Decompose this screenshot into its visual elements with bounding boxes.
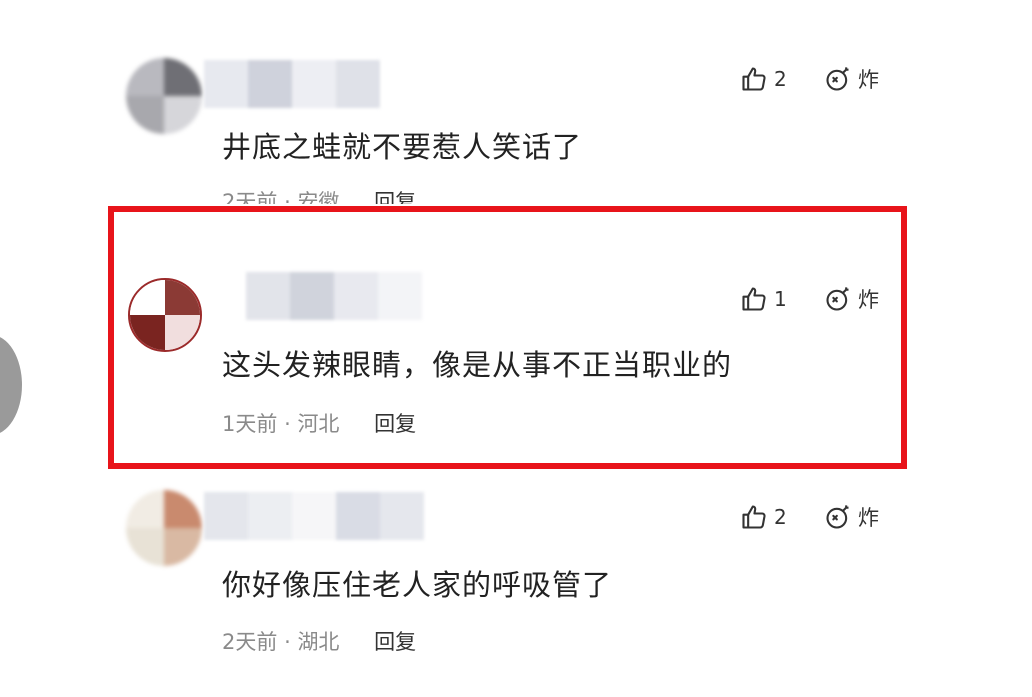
comment-meta: 2天前 · 湖北 回复 [222,626,416,656]
bomb-label: 炸 [858,506,879,530]
like-count: 2 [774,505,787,529]
comment-time: 2天前 [222,630,278,654]
avatar[interactable] [126,58,202,134]
comment-actions: 2 炸 [740,500,879,534]
username-redacted[interactable] [204,60,380,108]
meta-separator: · [284,630,291,654]
bomb-button[interactable]: 炸 [824,502,879,532]
like-count: 2 [774,67,787,91]
comment-meta: 2天前 · 安徽 回复 [222,186,416,204]
bomb-icon [826,67,849,91]
floating-edge-button[interactable] [0,335,22,435]
bomb-label: 炸 [858,68,879,92]
username-redacted[interactable] [204,492,424,540]
thumbs-up-icon[interactable] [740,503,768,531]
bomb-icon [826,505,849,529]
comment-actions: 2 炸 [740,62,879,96]
comment-location: 湖北 [297,630,340,654]
thumbs-up-icon[interactable] [740,65,768,93]
highlight-box [108,206,907,469]
comment-text: 井底之蛙就不要惹人笑话了 [222,130,583,164]
meta-separator: · [284,190,291,204]
avatar[interactable] [126,490,202,566]
bomb-button[interactable]: 炸 [824,64,879,94]
comment-location: 安徽 [297,190,340,204]
comment-time: 2天前 [222,190,278,204]
comment-text: 你好像压住老人家的呼吸管了 [222,568,613,602]
reply-button[interactable]: 回复 [374,630,416,654]
reply-button[interactable]: 回复 [374,190,416,204]
